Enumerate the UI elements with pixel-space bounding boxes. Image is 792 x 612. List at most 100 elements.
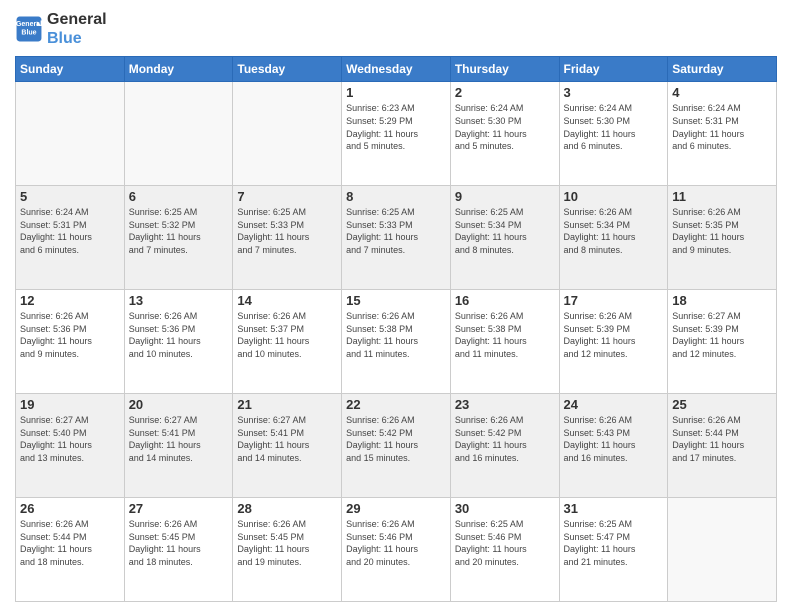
day-number: 24 <box>564 397 664 412</box>
calendar-cell: 25 Sunrise: 6:26 AM Sunset: 5:44 PM Dayli… <box>668 394 777 498</box>
day-info: Sunrise: 6:27 AM Sunset: 5:40 PM Dayligh… <box>20 414 120 464</box>
day-number: 26 <box>20 501 120 516</box>
day-number: 2 <box>455 85 555 100</box>
day-number: 25 <box>672 397 772 412</box>
calendar-cell: 27 Sunrise: 6:26 AM Sunset: 5:45 PM Dayli… <box>124 498 233 602</box>
calendar-table: SundayMondayTuesdayWednesdayThursdayFrid… <box>15 56 777 602</box>
day-info: Sunrise: 6:26 AM Sunset: 5:34 PM Dayligh… <box>564 206 664 256</box>
day-info: Sunrise: 6:26 AM Sunset: 5:45 PM Dayligh… <box>129 518 229 568</box>
weekday-header-tuesday: Tuesday <box>233 57 342 82</box>
calendar-cell <box>668 498 777 602</box>
calendar-cell: 23 Sunrise: 6:26 AM Sunset: 5:42 PM Dayli… <box>450 394 559 498</box>
day-info: Sunrise: 6:26 AM Sunset: 5:42 PM Dayligh… <box>346 414 446 464</box>
day-info: Sunrise: 6:26 AM Sunset: 5:39 PM Dayligh… <box>564 310 664 360</box>
calendar-week-row: 26Sunrise: 6:26 AM Sunset: 5:44 PM Dayli… <box>16 498 777 602</box>
weekday-header-sunday: Sunday <box>16 57 125 82</box>
calendar-cell: 8 Sunrise: 6:25 AM Sunset: 5:33 PM Daylig… <box>342 186 451 290</box>
day-number: 18 <box>672 293 772 308</box>
calendar-cell: 9 Sunrise: 6:25 AM Sunset: 5:34 PM Daylig… <box>450 186 559 290</box>
day-number: 5 <box>20 189 120 204</box>
calendar-cell: 30 Sunrise: 6:25 AM Sunset: 5:46 PM Dayli… <box>450 498 559 602</box>
calendar-cell: 18 Sunrise: 6:27 AM Sunset: 5:39 PM Dayli… <box>668 290 777 394</box>
day-info: Sunrise: 6:26 AM Sunset: 5:36 PM Dayligh… <box>129 310 229 360</box>
calendar-week-row: 5 Sunrise: 6:24 AM Sunset: 5:31 PM Daylig… <box>16 186 777 290</box>
day-info: Sunrise: 6:26 AM Sunset: 5:36 PM Dayligh… <box>20 310 120 360</box>
day-number: 6 <box>129 189 229 204</box>
calendar-cell: 11Sunrise: 6:26 AM Sunset: 5:35 PM Dayli… <box>668 186 777 290</box>
day-info: Sunrise: 6:25 AM Sunset: 5:32 PM Dayligh… <box>129 206 229 256</box>
day-number: 14 <box>237 293 337 308</box>
day-info: Sunrise: 6:27 AM Sunset: 5:39 PM Dayligh… <box>672 310 772 360</box>
calendar-cell: 26Sunrise: 6:26 AM Sunset: 5:44 PM Dayli… <box>16 498 125 602</box>
day-info: Sunrise: 6:25 AM Sunset: 5:46 PM Dayligh… <box>455 518 555 568</box>
day-info: Sunrise: 6:26 AM Sunset: 5:46 PM Dayligh… <box>346 518 446 568</box>
calendar-cell: 1Sunrise: 6:23 AM Sunset: 5:29 PM Daylig… <box>342 82 451 186</box>
calendar-week-row: 1Sunrise: 6:23 AM Sunset: 5:29 PM Daylig… <box>16 82 777 186</box>
calendar-cell: 17 Sunrise: 6:26 AM Sunset: 5:39 PM Dayli… <box>559 290 668 394</box>
logo: General Blue General Blue <box>15 10 107 48</box>
day-number: 3 <box>564 85 664 100</box>
calendar-cell: 2 Sunrise: 6:24 AM Sunset: 5:30 PM Daylig… <box>450 82 559 186</box>
calendar-cell: 21Sunrise: 6:27 AM Sunset: 5:41 PM Dayli… <box>233 394 342 498</box>
day-number: 7 <box>237 189 337 204</box>
day-number: 15 <box>346 293 446 308</box>
svg-text:Blue: Blue <box>21 30 36 37</box>
day-info: Sunrise: 6:24 AM Sunset: 5:31 PM Dayligh… <box>672 102 772 152</box>
day-number: 22 <box>346 397 446 412</box>
day-number: 23 <box>455 397 555 412</box>
calendar-cell <box>233 82 342 186</box>
day-info: Sunrise: 6:24 AM Sunset: 5:30 PM Dayligh… <box>564 102 664 152</box>
day-number: 21 <box>237 397 337 412</box>
day-info: Sunrise: 6:26 AM Sunset: 5:38 PM Dayligh… <box>346 310 446 360</box>
day-info: Sunrise: 6:25 AM Sunset: 5:47 PM Dayligh… <box>564 518 664 568</box>
day-number: 16 <box>455 293 555 308</box>
calendar-cell: 20 Sunrise: 6:27 AM Sunset: 5:41 PM Dayli… <box>124 394 233 498</box>
day-number: 27 <box>129 501 229 516</box>
day-number: 11 <box>672 189 772 204</box>
calendar-cell: 22 Sunrise: 6:26 AM Sunset: 5:42 PM Dayli… <box>342 394 451 498</box>
day-number: 13 <box>129 293 229 308</box>
day-number: 30 <box>455 501 555 516</box>
day-info: Sunrise: 6:24 AM Sunset: 5:30 PM Dayligh… <box>455 102 555 152</box>
logo-icon: General Blue <box>15 15 43 43</box>
calendar-cell <box>16 82 125 186</box>
day-number: 8 <box>346 189 446 204</box>
calendar-cell: 13 Sunrise: 6:26 AM Sunset: 5:36 PM Dayli… <box>124 290 233 394</box>
day-info: Sunrise: 6:25 AM Sunset: 5:33 PM Dayligh… <box>237 206 337 256</box>
calendar-cell: 12 Sunrise: 6:26 AM Sunset: 5:36 PM Dayli… <box>16 290 125 394</box>
day-info: Sunrise: 6:26 AM Sunset: 5:44 PM Dayligh… <box>672 414 772 464</box>
day-info: Sunrise: 6:25 AM Sunset: 5:34 PM Dayligh… <box>455 206 555 256</box>
calendar-cell: 5 Sunrise: 6:24 AM Sunset: 5:31 PM Daylig… <box>16 186 125 290</box>
day-info: Sunrise: 6:25 AM Sunset: 5:33 PM Dayligh… <box>346 206 446 256</box>
calendar-cell: 3 Sunrise: 6:24 AM Sunset: 5:30 PM Daylig… <box>559 82 668 186</box>
day-number: 31 <box>564 501 664 516</box>
day-number: 9 <box>455 189 555 204</box>
calendar-week-row: 12 Sunrise: 6:26 AM Sunset: 5:36 PM Dayli… <box>16 290 777 394</box>
day-number: 17 <box>564 293 664 308</box>
day-info: Sunrise: 6:27 AM Sunset: 5:41 PM Dayligh… <box>129 414 229 464</box>
day-info: Sunrise: 6:26 AM Sunset: 5:37 PM Dayligh… <box>237 310 337 360</box>
calendar-cell: 6 Sunrise: 6:25 AM Sunset: 5:32 PM Daylig… <box>124 186 233 290</box>
day-number: 12 <box>20 293 120 308</box>
weekday-header-monday: Monday <box>124 57 233 82</box>
calendar-cell: 28 Sunrise: 6:26 AM Sunset: 5:45 PM Dayli… <box>233 498 342 602</box>
calendar-cell: 15 Sunrise: 6:26 AM Sunset: 5:38 PM Dayli… <box>342 290 451 394</box>
calendar-cell: 7 Sunrise: 6:25 AM Sunset: 5:33 PM Daylig… <box>233 186 342 290</box>
day-info: Sunrise: 6:24 AM Sunset: 5:31 PM Dayligh… <box>20 206 120 256</box>
page: General Blue General Blue SundayMondayTu… <box>0 0 792 612</box>
weekday-header-friday: Friday <box>559 57 668 82</box>
calendar-cell: 14 Sunrise: 6:26 AM Sunset: 5:37 PM Dayli… <box>233 290 342 394</box>
calendar-cell: 16 Sunrise: 6:26 AM Sunset: 5:38 PM Dayli… <box>450 290 559 394</box>
day-number: 19 <box>20 397 120 412</box>
day-number: 28 <box>237 501 337 516</box>
day-number: 4 <box>672 85 772 100</box>
day-info: Sunrise: 6:26 AM Sunset: 5:45 PM Dayligh… <box>237 518 337 568</box>
day-info: Sunrise: 6:26 AM Sunset: 5:38 PM Dayligh… <box>455 310 555 360</box>
day-info: Sunrise: 6:23 AM Sunset: 5:29 PM Dayligh… <box>346 102 446 152</box>
day-info: Sunrise: 6:26 AM Sunset: 5:42 PM Dayligh… <box>455 414 555 464</box>
day-number: 20 <box>129 397 229 412</box>
calendar-cell: 29Sunrise: 6:26 AM Sunset: 5:46 PM Dayli… <box>342 498 451 602</box>
calendar-cell: 24Sunrise: 6:26 AM Sunset: 5:43 PM Dayli… <box>559 394 668 498</box>
weekday-header-wednesday: Wednesday <box>342 57 451 82</box>
calendar-week-row: 19 Sunrise: 6:27 AM Sunset: 5:40 PM Dayli… <box>16 394 777 498</box>
